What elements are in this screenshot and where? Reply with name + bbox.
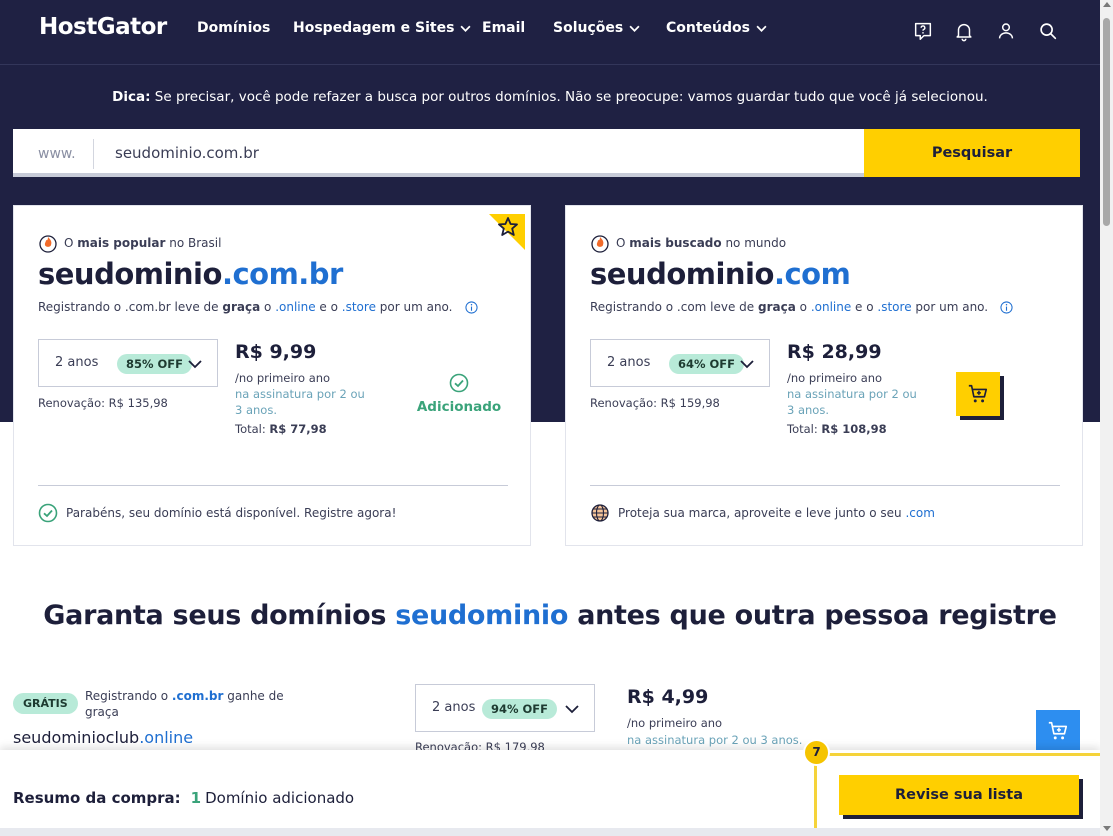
discount-badge: 94% OFF — [482, 699, 558, 719]
domain-name: seudominio.com.br — [38, 257, 343, 291]
search-tip: Dica: Se precisar, você pode refazer a b… — [112, 89, 988, 105]
scroll-up-arrow[interactable] — [1103, 2, 1111, 7]
hostgator-logo[interactable]: HostGator — [39, 14, 167, 40]
price: R$ 4,99 — [627, 686, 709, 708]
cart-icon — [968, 384, 988, 403]
search-button[interactable]: Pesquisar — [864, 129, 1080, 177]
info-icon[interactable] — [1000, 300, 1013, 314]
price: R$ 28,99 — [787, 341, 882, 363]
suggestion-offer: Registrando o .com.br ganhe de graça — [85, 689, 284, 719]
domain-search-box: www. — [13, 129, 864, 177]
flame-icon — [591, 235, 609, 253]
signature-note: na assinatura por 2 ou 3 anos. — [627, 733, 803, 747]
first-year-label: /no primeiro ano — [235, 371, 331, 385]
help-icon[interactable] — [912, 20, 934, 42]
check-circle-icon — [449, 373, 469, 393]
suggestion-period-select[interactable]: 2 anos 94% OFF — [415, 684, 595, 732]
search-icon[interactable] — [1037, 20, 1059, 42]
popularity-tag: O mais popular no Brasil — [38, 233, 221, 253]
add-to-cart-button[interactable] — [1036, 710, 1080, 752]
top-navbar: HostGator Domínios Hospedagem e Sites Em… — [0, 0, 1100, 65]
divider — [38, 485, 508, 486]
check-circle-icon — [38, 503, 58, 523]
added-status: Adicionado — [414, 373, 504, 415]
suggestion-domain-name: seudominioclub.online — [13, 728, 194, 747]
divider — [590, 485, 1060, 486]
price: R$ 9,99 — [235, 341, 317, 363]
first-year-label: /no primeiro ano — [787, 371, 883, 385]
domain-card-com-br: O mais popular no Brasil seudominio.com.… — [13, 205, 531, 546]
review-list-button[interactable]: Revise sua lista — [839, 775, 1079, 815]
discount-badge: 85% OFF — [117, 354, 193, 374]
flame-icon — [39, 235, 57, 253]
period-select[interactable]: 2 anos 64% OFF — [590, 339, 770, 387]
nav-item-hospedagem[interactable]: Hospedagem e Sites — [293, 20, 471, 36]
chevron-down-icon — [756, 25, 767, 32]
info-icon[interactable] — [464, 300, 478, 314]
renewal-price: Renovação: R$ 159,98 — [590, 396, 720, 410]
globe-icon — [591, 504, 609, 522]
bottom-strip — [0, 828, 1100, 836]
add-to-cart-button[interactable] — [956, 372, 1000, 416]
chevron-down-icon — [629, 25, 640, 32]
domain-name: seudominio.com — [590, 257, 851, 291]
total-price: Total: R$ 108,98 — [787, 422, 887, 436]
scrollbar-thumb[interactable] — [1103, 18, 1110, 226]
registration-offer: Registrando o .com.br leve de graça o .o… — [38, 300, 478, 314]
section-headline: Garanta seus domínios seudominio antes q… — [43, 600, 1057, 631]
chevron-down-icon — [188, 360, 202, 369]
bell-icon[interactable] — [953, 20, 975, 42]
registration-offer: Registrando o .com leve de graça o .onli… — [590, 300, 1013, 314]
user-icon[interactable] — [995, 20, 1017, 42]
purchase-summary: Resumo da compra: 1 Domínio adicionado — [13, 789, 355, 807]
signature-note: na assinatura por 2 ou 3 anos. — [787, 387, 917, 417]
star-icon[interactable] — [489, 214, 525, 250]
nav-item-conteudos[interactable]: Conteúdos — [666, 20, 767, 36]
popularity-tag: O mais buscado no mundo — [590, 233, 786, 253]
chevron-down-icon — [740, 360, 754, 369]
www-prefix: www. — [38, 146, 76, 162]
nav-item-dominios[interactable]: Domínios — [197, 20, 270, 36]
renewal-price: Renovação: R$ 135,98 — [38, 396, 168, 410]
signature-note: na assinatura por 2 ou 3 anos. — [235, 387, 365, 417]
total-price: Total: R$ 77,98 — [235, 422, 327, 436]
free-badge: GRÁTIS — [13, 693, 78, 714]
chevron-down-icon — [565, 705, 579, 714]
cart-icon — [1048, 721, 1068, 740]
step-badge: 7 — [803, 739, 830, 766]
scroll-down-arrow[interactable] — [1103, 826, 1111, 831]
domain-card-com: O mais buscado no mundo seudominio.com R… — [565, 205, 1083, 546]
brand-protect-note: Proteja sua marca, aproveite e leve junt… — [590, 503, 935, 523]
period-select[interactable]: 2 anos 85% OFF — [38, 339, 218, 387]
discount-badge: 64% OFF — [669, 354, 745, 374]
nav-item-email[interactable]: Email — [482, 20, 525, 36]
divider — [93, 139, 94, 169]
chevron-down-icon — [460, 25, 471, 32]
domain-search-input[interactable] — [103, 135, 827, 171]
nav-item-solucoes[interactable]: Soluções — [553, 20, 640, 36]
first-year-label: /no primeiro ano — [627, 716, 723, 730]
availability-note: Parabéns, seu domínio está disponível. R… — [38, 503, 396, 523]
